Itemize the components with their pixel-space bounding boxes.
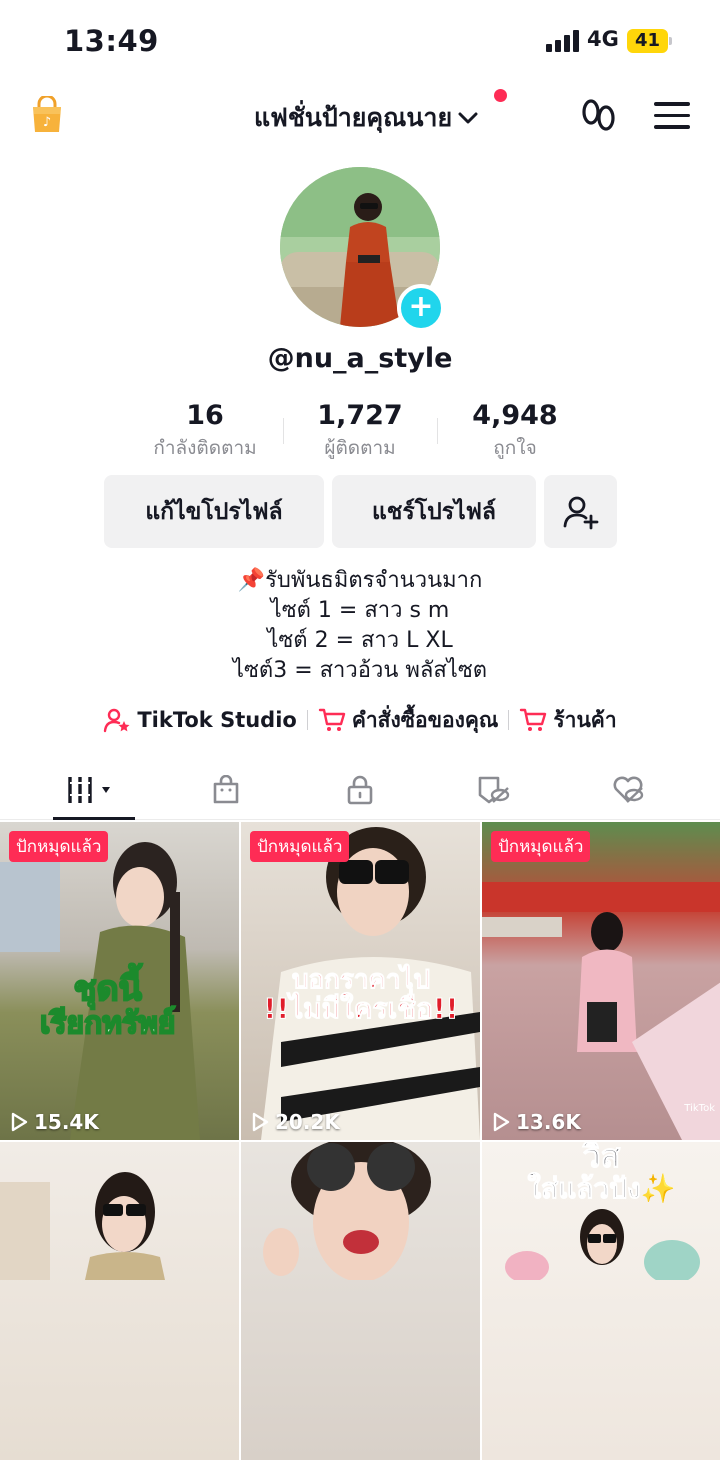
play-icon — [11, 1112, 28, 1132]
video-caption: ชุดนี้ เรียกทรัพย์ — [39, 969, 176, 1041]
tiktok-shop-icon[interactable]: ♪ — [30, 96, 64, 134]
bio-line: 📌รับพันธมิตรจำนวนมาก — [237, 568, 483, 593]
tab-shop[interactable] — [154, 760, 298, 820]
video-caption: วิส ใส่แล้วปัง✨ — [482, 1142, 720, 1203]
footprints-icon[interactable] — [580, 98, 618, 134]
thumbnail-image — [482, 882, 720, 1140]
status-time: 13:49 — [64, 24, 159, 58]
video-thumbnail[interactable]: บอกราคาไป !!ไม่มีใครเชื่อ!! ปักหมุดแล้ว … — [241, 822, 480, 1140]
cart-icon — [520, 708, 547, 731]
bio: 📌รับพันธมิตรจำนวนมาก ไซต์ 1 = สาว s m ไซ… — [0, 566, 720, 686]
profile-actions: แก้ไขโปรไฟล์ แชร์โปรไฟล์ — [0, 475, 720, 549]
battery-icon: 41 — [627, 29, 673, 53]
profile-header: ♪ แฟชั่นป้ายคุณนาย — [0, 80, 720, 152]
link-label: คำสั่งซื้อของคุณ — [351, 707, 499, 732]
stat-likes[interactable]: 4,948 ถูกใจ — [430, 400, 600, 463]
add-friend-button[interactable] — [544, 475, 617, 548]
network-type: 4G — [587, 27, 619, 51]
tiktok-watermark: TikTok — [684, 1102, 715, 1114]
video-caption: บอกราคาไป !!ไม่มีใครเชื่อ!! — [261, 965, 461, 1026]
view-count: 13.6K — [492, 1110, 581, 1134]
caption-line: วิส — [582, 1142, 621, 1175]
hidden-heart-icon — [613, 776, 644, 803]
menu-icon[interactable] — [654, 102, 690, 130]
tab-private[interactable] — [288, 760, 432, 820]
bio-line: ไซต์3 = สาวอ้วน พลัสไซต — [232, 658, 488, 683]
active-tab-indicator — [53, 817, 135, 820]
account-name: แฟชั่นป้ายคุณนาย — [254, 103, 453, 132]
videos-grid-icon — [68, 777, 110, 803]
stats-row: 16 กำลังติดตาม 1,727 ผู้ติดตาม 4,948 ถูก… — [0, 400, 720, 464]
person-star-icon — [104, 708, 130, 733]
stat-label: ผู้ติดตาม — [324, 437, 396, 459]
pinned-badge: ปักหมุดแล้ว — [491, 831, 591, 862]
link-label: ร้านค้า — [553, 707, 617, 732]
caption-line: ชุดนี้ — [72, 969, 142, 1009]
play-icon — [252, 1112, 269, 1132]
username: @nu_a_style — [267, 343, 453, 374]
view-count: 20.2K — [251, 1110, 340, 1134]
cart-icon — [318, 708, 346, 731]
profile-links: TikTok Studio คำสั่งซื้อของคุณ ร้านค้า — [0, 703, 720, 737]
stat-label: กำลังติดตาม — [153, 437, 257, 459]
hidden-tag-icon — [478, 776, 510, 804]
add-person-icon — [563, 496, 598, 529]
link-label: TikTok Studio — [137, 708, 297, 732]
orders-link[interactable]: คำสั่งซื้อของคุณ — [318, 704, 499, 737]
bio-line: ไซต์ 1 = สาว s m — [270, 598, 450, 623]
edit-profile-button[interactable]: แก้ไขโปรไฟล์ — [104, 475, 324, 548]
view-count-value: 20.2K — [275, 1110, 340, 1134]
video-thumbnail[interactable] — [0, 1142, 239, 1460]
stat-value: 16 — [186, 400, 224, 431]
content-tabs — [0, 760, 720, 820]
stat-value: 1,727 — [317, 400, 403, 431]
video-thumbnail[interactable] — [241, 1142, 480, 1460]
stat-followers[interactable]: 1,727 ผู้ติดตาม — [275, 400, 445, 463]
tiktok-studio-link[interactable]: TikTok Studio — [103, 707, 297, 733]
bio-line: ไซต์ 2 = สาว L XL — [267, 628, 453, 653]
thumbnail-image — [263, 1142, 431, 1280]
notification-dot — [494, 89, 507, 102]
tab-reposts[interactable] — [422, 760, 566, 820]
view-count: 15.4K — [10, 1110, 99, 1134]
view-count-value: 15.4K — [34, 1110, 99, 1134]
thumbnail-image — [0, 1172, 165, 1280]
video-thumbnail[interactable]: วิส ใส่แล้วปัง✨ — [482, 1142, 720, 1460]
battery-level: 41 — [627, 29, 668, 53]
svg-text:♪: ♪ — [43, 115, 51, 130]
pinned-badge: ปักหมุดแล้ว — [250, 831, 350, 862]
chevron-down-icon — [458, 112, 478, 124]
add-story-button[interactable]: + — [397, 284, 445, 332]
signal-icon — [546, 30, 580, 52]
status-bar: 13:49 4G 41 — [0, 0, 720, 80]
caption-line: บอกราคาไป — [292, 965, 431, 995]
video-thumbnail[interactable]: ชุดนี้ เรียกทรัพย์ ปักหมุดแล้ว 15.4K — [0, 822, 239, 1140]
account-switcher[interactable]: แฟชั่นป้ายคุณนาย — [254, 98, 478, 138]
lock-icon — [347, 775, 373, 805]
caption-line: เรียกทรัพย์ — [39, 1005, 176, 1041]
tab-liked[interactable] — [556, 760, 700, 820]
caption-line: !!ไม่มีใครเชื่อ!! — [263, 992, 459, 1026]
pinned-badge: ปักหมุดแล้ว — [9, 831, 109, 862]
view-count-value: 13.6K — [516, 1110, 581, 1134]
share-profile-button[interactable]: แชร์โปรไฟล์ — [332, 475, 536, 548]
stat-value: 4,948 — [472, 400, 558, 431]
video-thumbnail[interactable]: TikTok ปักหมุดแล้ว 13.6K — [482, 822, 720, 1140]
stat-following[interactable]: 16 กำลังติดตาม — [120, 400, 290, 463]
stat-label: ถูกใจ — [493, 437, 537, 459]
tab-videos[interactable] — [22, 760, 166, 820]
shop-bag-icon — [213, 775, 239, 804]
shop-link[interactable]: ร้านค้า — [519, 704, 617, 737]
play-icon — [493, 1112, 510, 1132]
caption-line: ใส่แล้วปัง✨ — [527, 1171, 676, 1205]
